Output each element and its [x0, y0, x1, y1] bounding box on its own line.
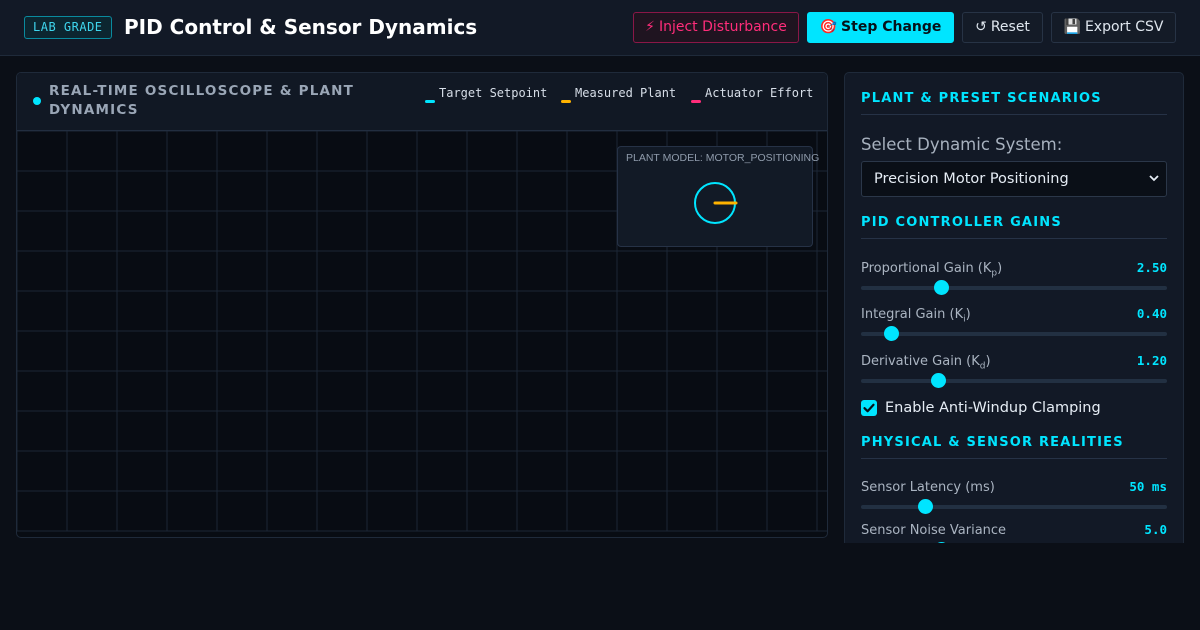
top-bar: LAB GRADE PID Control & Sensor Dynamics …	[0, 0, 1200, 56]
slider-label-suffix: )	[985, 354, 991, 369]
page-title: PID Control & Sensor Dynamics	[124, 15, 478, 39]
slider-value: 5.0	[1144, 522, 1167, 537]
legend-swatch-actuator	[691, 100, 701, 103]
export-csv-button[interactable]: 💾 Export CSV	[1051, 12, 1176, 43]
legend-actuator-effort: Actuator Effort	[691, 85, 815, 103]
legend-target-setpoint: Target Setpoint	[425, 85, 549, 103]
section-title-plant: PLANT & PRESET SCENARIOS	[861, 91, 1102, 106]
legend-label: Actuator Effort	[705, 86, 814, 100]
oscilloscope-title: REAL-TIME OSCILLOSCOPE & PLANT DYNAMICS	[49, 83, 355, 118]
integral-gain-slider[interactable]: Integral Gain (Ki) 0.40	[861, 306, 1167, 346]
legend-label: Target Setpoint	[439, 86, 548, 100]
lab-grade-badge: LAB GRADE	[24, 16, 112, 39]
slider-track[interactable]	[861, 379, 1167, 383]
inject-disturbance-button[interactable]: ⚡ Inject Disturbance	[633, 12, 799, 43]
section-divider	[861, 114, 1167, 115]
slider-label: Sensor Latency (ms)	[861, 480, 995, 495]
proportional-gain-slider[interactable]: Proportional Gain (Kp) 2.50	[861, 260, 1167, 300]
reset-button[interactable]: ↺ Reset	[962, 12, 1043, 43]
slider-label: Sensor Noise Variance	[861, 523, 1007, 538]
slider-label-text: Integral Gain (K	[861, 307, 964, 322]
live-indicator-dot	[33, 97, 41, 105]
chevron-down-icon	[1149, 175, 1159, 182]
reset-label: Reset	[990, 19, 1030, 35]
step-change-button[interactable]: 🎯 Step Change	[807, 12, 954, 43]
checkmark-icon	[863, 403, 875, 413]
legend-label: Measured Plant	[575, 86, 677, 100]
slider-thumb[interactable]	[933, 542, 949, 543]
slider-thumb[interactable]	[883, 326, 899, 341]
reset-icon: ↺	[975, 19, 987, 35]
inject-disturbance-label: Inject Disturbance	[658, 19, 787, 35]
slider-label: Proportional Gain (Kp)	[861, 260, 1002, 283]
slider-track[interactable]	[861, 286, 1167, 290]
export-csv-label: Export CSV	[1084, 19, 1164, 35]
legend-swatch-plant	[561, 100, 571, 103]
slider-label-text: Derivative Gain (K	[861, 354, 980, 369]
anti-windup-checkbox[interactable]	[861, 400, 877, 416]
plant-model-label: PLANT MODEL: MOTOR_POSITIONING	[626, 152, 820, 164]
section-divider	[861, 458, 1167, 459]
oscilloscope-panel: REAL-TIME OSCILLOSCOPE & PLANT DYNAMICS …	[16, 72, 828, 538]
step-change-label: Step Change	[841, 19, 942, 35]
slider-value: 0.40	[1136, 306, 1167, 321]
select-value: Precision Motor Positioning	[874, 171, 1069, 187]
control-panel: PLANT & PRESET SCENARIOS Select Dynamic …	[844, 72, 1184, 543]
slider-label: Integral Gain (Ki)	[861, 306, 971, 329]
slider-value: 2.50	[1136, 260, 1167, 275]
section-title-gains: PID CONTROLLER GAINS	[861, 215, 1062, 230]
slider-track[interactable]	[861, 332, 1167, 336]
slider-value: 1.20	[1136, 353, 1167, 368]
slider-thumb[interactable]	[918, 499, 934, 514]
slider-label-suffix: )	[965, 307, 971, 322]
section-title-sensor: PHYSICAL & SENSOR REALITIES	[861, 435, 1124, 450]
slider-thumb[interactable]	[930, 373, 946, 388]
floppy-disk-icon: 💾	[1063, 19, 1081, 35]
plant-model-card: PLANT MODEL: MOTOR_POSITIONING	[617, 146, 819, 247]
derivative-gain-slider[interactable]: Derivative Gain (Kd) 1.20	[861, 353, 1167, 393]
slider-thumb[interactable]	[933, 280, 949, 295]
select-system-label: Select Dynamic System:	[861, 135, 1063, 154]
motor-dial-icon	[694, 182, 738, 224]
legend-measured-plant: Measured Plant	[561, 85, 685, 103]
dynamic-system-select[interactable]: Precision Motor Positioning	[861, 161, 1167, 197]
slider-track[interactable]	[861, 505, 1167, 509]
slider-value: 50 ms	[1129, 479, 1167, 494]
anti-windup-label: Enable Anti-Windup Clamping	[885, 400, 1101, 416]
slider-label-suffix: )	[997, 261, 1003, 276]
slider-label-text: Proportional Gain (K	[861, 261, 992, 276]
sensor-latency-slider[interactable]: Sensor Latency (ms) 50 ms	[861, 479, 1167, 519]
lightning-icon: ⚡	[645, 19, 655, 35]
oscilloscope-header: REAL-TIME OSCILLOSCOPE & PLANT DYNAMICS …	[17, 73, 827, 131]
section-divider	[861, 238, 1167, 239]
slider-label: Derivative Gain (Kd)	[861, 353, 991, 376]
target-icon: 🎯	[819, 19, 838, 35]
legend-swatch-setpoint	[425, 100, 435, 103]
sensor-noise-slider[interactable]: Sensor Noise Variance 5.0	[861, 522, 1167, 543]
